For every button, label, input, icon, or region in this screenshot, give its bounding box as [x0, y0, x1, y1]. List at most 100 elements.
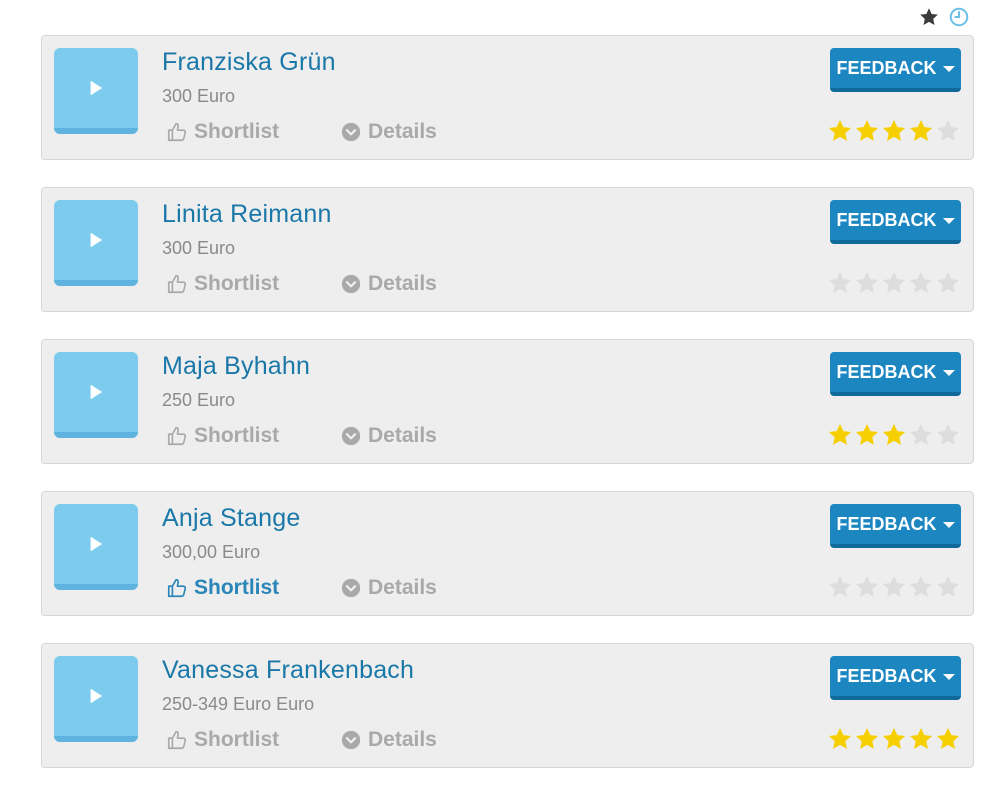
star-empty-icon[interactable] — [935, 118, 961, 144]
star-empty-icon[interactable] — [935, 270, 961, 296]
feedback-label: FEEDBACK — [836, 513, 937, 534]
performer-name[interactable]: Franziska Grün — [162, 48, 336, 77]
star-icon[interactable] — [918, 6, 940, 28]
star-empty-icon[interactable] — [854, 574, 880, 600]
performer-name[interactable]: Maja Byhahn — [162, 352, 310, 381]
shortlist-label: Shortlist — [194, 424, 280, 447]
shortlist-label: Shortlist — [194, 120, 280, 143]
feedback-label: FEEDBACK — [836, 361, 937, 382]
chevron-circle-icon — [341, 122, 361, 142]
video-thumbnail[interactable] — [54, 656, 138, 742]
star-empty-icon[interactable] — [908, 270, 934, 296]
feedback-button[interactable]: FEEDBACK — [830, 656, 961, 700]
star-filled-icon[interactable] — [881, 726, 907, 752]
caret-down-icon — [942, 370, 955, 376]
details-label: Details — [368, 424, 437, 447]
details-button[interactable]: Details — [340, 272, 437, 296]
video-thumbnail[interactable] — [54, 48, 138, 134]
shortlist-button[interactable]: Shortlist — [166, 272, 279, 296]
details-button[interactable]: Details — [340, 728, 437, 752]
star-rating[interactable] — [827, 574, 961, 600]
caret-down-icon — [942, 674, 955, 680]
star-empty-icon[interactable] — [935, 422, 961, 448]
star-rating[interactable] — [827, 726, 961, 752]
thumbs-up-icon — [167, 730, 187, 750]
star-empty-icon[interactable] — [881, 270, 907, 296]
feedback-button[interactable]: FEEDBACK — [830, 200, 961, 244]
star-filled-icon[interactable] — [854, 118, 880, 144]
star-filled-icon[interactable] — [854, 422, 880, 448]
thumbs-up-icon — [167, 426, 187, 446]
chevron-circle-icon — [341, 426, 361, 446]
performer-name[interactable]: Anja Stange — [162, 504, 300, 533]
feedback-button[interactable]: FEEDBACK — [830, 504, 961, 548]
play-icon — [90, 80, 103, 96]
star-filled-icon[interactable] — [935, 726, 961, 752]
chevron-circle-icon — [341, 274, 361, 294]
performer-price: 250-349 Euro Euro — [162, 694, 315, 714]
thumbs-up-icon — [167, 578, 187, 598]
feedback-button[interactable]: FEEDBACK — [830, 48, 961, 92]
performer-card: Maja Byhahn 250 Euro Shortlist Details F… — [41, 339, 974, 464]
shortlist-button[interactable]: Shortlist — [166, 728, 279, 752]
clock-icon[interactable] — [948, 6, 970, 28]
thumbs-up-icon — [167, 122, 187, 142]
star-filled-icon[interactable] — [881, 422, 907, 448]
details-label: Details — [368, 120, 437, 143]
thumbs-up-icon — [167, 274, 187, 294]
star-filled-icon[interactable] — [827, 118, 853, 144]
details-button[interactable]: Details — [340, 576, 437, 600]
performer-price: 300 Euro — [162, 86, 236, 106]
star-filled-icon[interactable] — [908, 726, 934, 752]
star-filled-icon[interactable] — [827, 422, 853, 448]
star-empty-icon[interactable] — [827, 270, 853, 296]
caret-down-icon — [942, 66, 955, 72]
star-empty-icon[interactable] — [881, 574, 907, 600]
details-button[interactable]: Details — [340, 424, 437, 448]
top-icons — [918, 6, 970, 28]
performer-price: 250 Euro — [162, 390, 236, 410]
star-empty-icon[interactable] — [935, 574, 961, 600]
caret-down-icon — [942, 522, 955, 528]
feedback-label: FEEDBACK — [836, 209, 937, 230]
feedback-button[interactable]: FEEDBACK — [830, 352, 961, 396]
play-icon — [90, 232, 103, 248]
star-empty-icon[interactable] — [854, 270, 880, 296]
star-empty-icon[interactable] — [827, 574, 853, 600]
shortlist-label: Shortlist — [194, 272, 280, 295]
star-empty-icon[interactable] — [908, 422, 934, 448]
chevron-circle-icon — [341, 730, 361, 750]
details-label: Details — [368, 728, 437, 751]
performer-list: Franziska Grün 300 Euro Shortlist Detail… — [41, 35, 974, 795]
video-thumbnail[interactable] — [54, 200, 138, 286]
feedback-label: FEEDBACK — [836, 57, 937, 78]
star-filled-icon[interactable] — [854, 726, 880, 752]
video-thumbnail[interactable] — [54, 352, 138, 438]
performer-name[interactable]: Vanessa Frankenbach — [162, 656, 414, 685]
details-label: Details — [368, 272, 437, 295]
star-rating[interactable] — [827, 422, 961, 448]
shortlist-label: Shortlist — [194, 576, 280, 599]
shortlist-button[interactable]: Shortlist — [166, 120, 279, 144]
play-icon — [90, 536, 103, 552]
star-filled-icon[interactable] — [881, 118, 907, 144]
video-thumbnail[interactable] — [54, 504, 138, 590]
star-rating[interactable] — [827, 118, 961, 144]
performer-name[interactable]: Linita Reimann — [162, 200, 332, 229]
play-icon — [90, 688, 103, 704]
caret-down-icon — [942, 218, 955, 224]
details-button[interactable]: Details — [340, 120, 437, 144]
star-rating[interactable] — [827, 270, 961, 296]
performer-card: Linita Reimann 300 Euro Shortlist Detail… — [41, 187, 974, 312]
details-label: Details — [368, 576, 437, 599]
performer-card: Vanessa Frankenbach 250-349 Euro Euro Sh… — [41, 643, 974, 768]
star-empty-icon[interactable] — [908, 574, 934, 600]
shortlist-button[interactable]: Shortlist — [166, 576, 279, 600]
performer-card: Anja Stange 300,00 Euro Shortlist Detail… — [41, 491, 974, 616]
star-filled-icon[interactable] — [827, 726, 853, 752]
chevron-circle-icon — [341, 578, 361, 598]
star-filled-icon[interactable] — [908, 118, 934, 144]
play-icon — [90, 384, 103, 400]
shortlist-button[interactable]: Shortlist — [166, 424, 279, 448]
performer-card: Franziska Grün 300 Euro Shortlist Detail… — [41, 35, 974, 160]
